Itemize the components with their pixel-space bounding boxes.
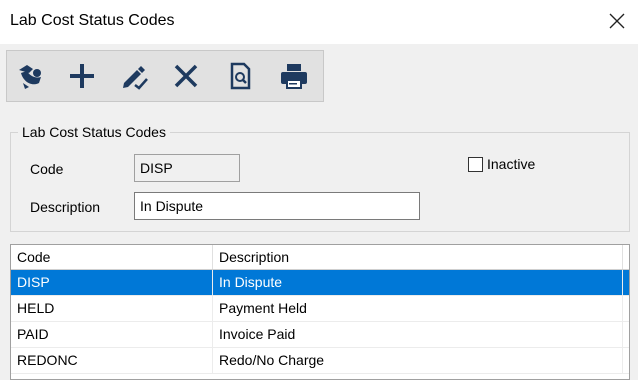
code-cell: HELD (11, 296, 213, 321)
open-button[interactable] (13, 59, 47, 93)
inactive-checkbox[interactable] (468, 156, 483, 172)
print-button[interactable] (277, 59, 311, 93)
description-label: Description (30, 199, 101, 215)
title-bar: Lab Cost Status Codes (0, 0, 638, 44)
column-header-description[interactable]: Description (213, 245, 623, 269)
edit-button[interactable] (117, 59, 151, 93)
description-cell: In Dispute (213, 270, 623, 295)
table-row[interactable]: PAID Invoice Paid (11, 322, 629, 348)
preview-button[interactable] (223, 59, 257, 93)
window-title: Lab Cost Status Codes (10, 12, 175, 29)
description-field[interactable]: In Dispute (134, 192, 420, 220)
preview-icon (230, 62, 251, 90)
delete-button[interactable] (169, 59, 203, 93)
description-cell: Payment Held (213, 296, 623, 321)
table-row[interactable]: REDONC Redo/No Charge (11, 348, 629, 374)
close-icon (609, 13, 625, 29)
codes-grid: Code Description DISP In Dispute HELD Pa… (10, 244, 630, 380)
code-label: Code (30, 161, 64, 177)
code-cell: DISP (11, 270, 213, 295)
grid-header: Code Description (11, 245, 629, 270)
delete-icon (174, 64, 198, 88)
add-button[interactable] (65, 59, 99, 93)
table-row[interactable]: DISP In Dispute (11, 270, 629, 296)
table-row[interactable]: HELD Payment Held (11, 296, 629, 322)
description-cell: Invoice Paid (213, 322, 623, 347)
toolbar (6, 50, 324, 102)
group-legend: Lab Cost Status Codes (18, 124, 170, 140)
code-cell: PAID (11, 322, 213, 347)
inactive-label: Inactive (487, 156, 536, 172)
description-cell: Redo/No Charge (213, 348, 623, 373)
add-icon (70, 64, 94, 88)
column-header-code[interactable]: Code (11, 245, 213, 269)
edit-icon (123, 66, 148, 90)
open-icon (19, 65, 41, 89)
inactive-checkbox-wrap[interactable]: Inactive (468, 156, 535, 172)
code-cell: REDONC (11, 348, 213, 373)
code-field[interactable]: DISP (134, 154, 240, 182)
close-button[interactable] (606, 10, 628, 32)
print-icon (281, 64, 307, 89)
